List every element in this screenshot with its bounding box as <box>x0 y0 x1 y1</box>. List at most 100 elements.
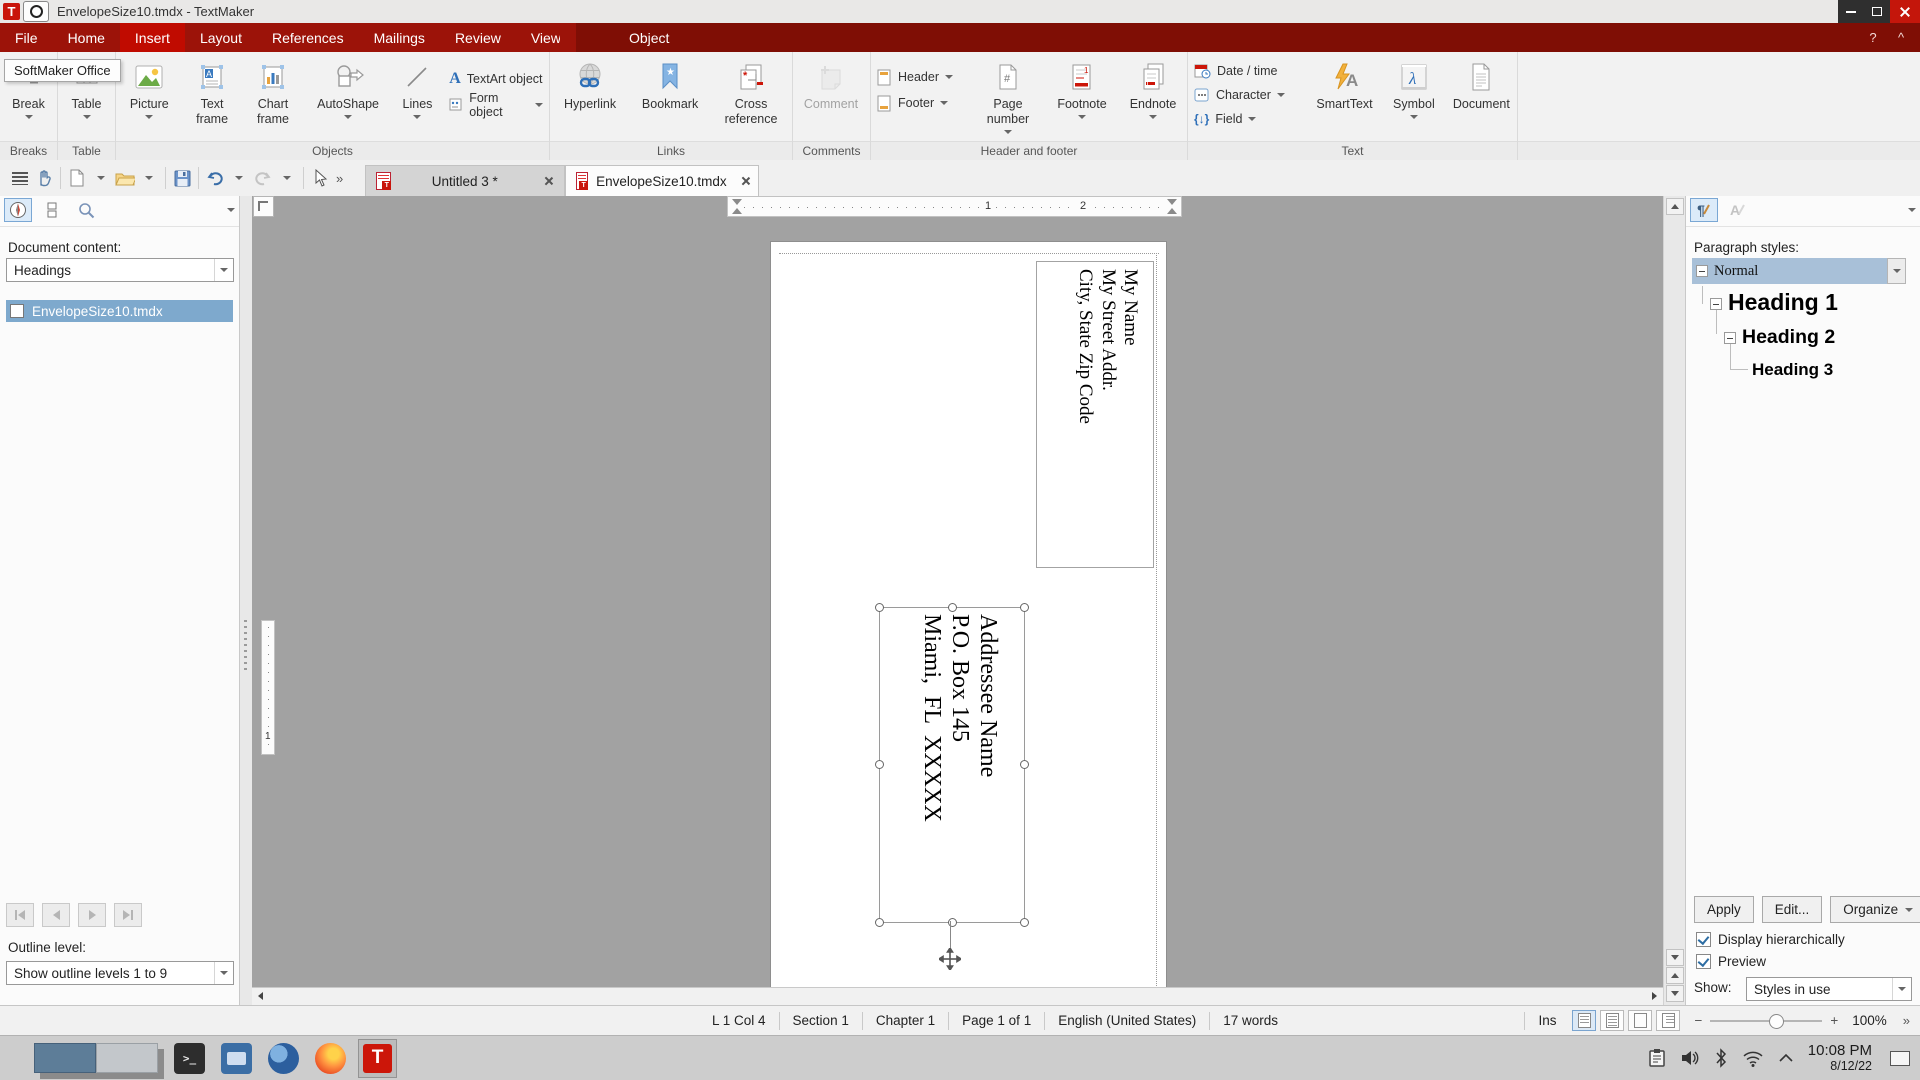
status-word-count[interactable]: 17 words <box>1223 1013 1278 1028</box>
organize-button[interactable]: Organize <box>1830 896 1920 923</box>
status-chapter[interactable]: Chapter 1 <box>876 1013 935 1028</box>
selection-handle[interactable] <box>875 760 884 769</box>
smarttext-button[interactable]: A SmartText <box>1307 58 1382 112</box>
chevron-up-tray-icon[interactable] <box>1778 1053 1794 1063</box>
show-select[interactable]: Styles in use <box>1746 977 1912 1001</box>
scroll-down-icon[interactable] <box>1666 949 1684 966</box>
panel-options-caret[interactable] <box>1908 208 1916 212</box>
left-panel-splitter[interactable] <box>240 196 252 1005</box>
lines-button[interactable]: Lines <box>392 58 443 119</box>
cross-reference-button[interactable]: * Cross reference <box>710 58 792 127</box>
view-outline-icon[interactable] <box>1656 1010 1680 1031</box>
redo-icon[interactable] <box>251 165 275 191</box>
zoom-slider[interactable] <box>1710 1020 1822 1022</box>
open-file-icon[interactable] <box>113 165 137 191</box>
workspace-pager[interactable] <box>34 1043 158 1073</box>
zoom-level[interactable]: 100% <box>1852 1013 1887 1028</box>
close-button[interactable] <box>1890 0 1920 23</box>
right-panel-scroll-strip[interactable] <box>1663 196 1685 1005</box>
selection-handle[interactable] <box>948 603 957 612</box>
style-heading3[interactable]: Heading 3 <box>1752 360 1833 380</box>
edit-button[interactable]: Edit... <box>1762 896 1823 923</box>
apply-button[interactable]: Apply <box>1694 896 1754 923</box>
navigation-compass-icon[interactable] <box>4 198 32 222</box>
clipboard-tray-icon[interactable] <box>1648 1048 1666 1068</box>
view-continuous-icon[interactable] <box>1600 1010 1624 1031</box>
indent-marker-icon[interactable] <box>1167 208 1177 214</box>
close-tab-icon[interactable] <box>544 176 554 186</box>
hyperlink-button[interactable]: Hyperlink <box>550 58 630 112</box>
menu-file[interactable]: File <box>0 23 53 52</box>
toolbar-more-icon[interactable]: » <box>332 171 347 186</box>
outline-level-select[interactable]: Show outline levels 1 to 9 <box>6 961 234 985</box>
checkbox-checked-icon[interactable] <box>1696 932 1711 947</box>
menu-object[interactable]: Object <box>614 23 684 52</box>
footer-button[interactable]: Footer <box>871 92 971 114</box>
previous-heading-button[interactable] <box>42 903 70 927</box>
first-heading-button[interactable] <box>6 903 34 927</box>
date-time-button[interactable]: Date / time <box>1188 60 1307 82</box>
character-styles-icon[interactable]: A <box>1724 198 1752 222</box>
form-object-button[interactable]: Form object <box>443 94 549 116</box>
next-object-icon[interactable] <box>1666 985 1684 1002</box>
browser-app-icon[interactable] <box>268 1043 299 1074</box>
tab-envelopesize10[interactable]: EnvelopeSize10.tmdx <box>565 165 759 196</box>
document-button[interactable]: Document <box>1446 58 1517 112</box>
envelope-page[interactable]: My NameMy Street Addr.City, State Zip Co… <box>770 241 1167 1003</box>
status-more-icon[interactable]: » <box>1899 1013 1914 1028</box>
symbol-button[interactable]: λ Symbol <box>1382 58 1446 119</box>
menu-review[interactable]: Review <box>440 23 516 52</box>
indent-marker-icon[interactable] <box>732 199 742 205</box>
close-tab-icon[interactable] <box>741 176 749 186</box>
menu-references[interactable]: References <box>257 23 359 52</box>
styles-dropdown-icon[interactable] <box>1887 258 1906 284</box>
zoom-out-icon[interactable]: − <box>1694 1013 1702 1028</box>
item-checkbox[interactable] <box>10 304 24 318</box>
sidebar-toggle-icon[interactable] <box>8 165 32 191</box>
ruler-corner-box[interactable] <box>253 196 274 217</box>
save-icon[interactable] <box>170 165 194 191</box>
undo-icon[interactable] <box>203 165 227 191</box>
terminal-app-icon[interactable]: >_ <box>174 1043 205 1074</box>
character-button[interactable]: Character <box>1188 84 1307 106</box>
scroll-left-icon[interactable] <box>252 988 269 1004</box>
open-file-caret[interactable] <box>137 165 161 191</box>
menu-layout[interactable]: Layout <box>185 23 257 52</box>
return-address-frame[interactable]: My NameMy Street Addr.City, State Zip Co… <box>1036 261 1154 568</box>
paragraph-styles-icon[interactable]: ¶ <box>1690 198 1718 222</box>
undo-caret[interactable] <box>227 165 251 191</box>
taskbar-clock[interactable]: 10:08 PM 8/12/22 <box>1808 1042 1872 1074</box>
next-heading-button[interactable] <box>78 903 106 927</box>
volume-tray-icon[interactable] <box>1680 1049 1700 1067</box>
style-normal-selected[interactable]: Normal <box>1692 258 1906 284</box>
style-heading1[interactable]: Heading 1 <box>1728 289 1838 316</box>
status-cursor-position[interactable]: L 1 Col 4 <box>712 1013 766 1028</box>
horizontal-scrollbar[interactable] <box>252 987 1663 1005</box>
content-type-select[interactable]: Headings <box>6 258 234 282</box>
selection-handle[interactable] <box>1020 760 1029 769</box>
horizontal-ruler[interactable]: 1 2 <box>727 196 1182 217</box>
menu-insert[interactable]: Insert <box>120 23 185 52</box>
menu-mailings[interactable]: Mailings <box>359 23 440 52</box>
selection-handle[interactable] <box>1020 918 1029 927</box>
show-desktop-button[interactable] <box>1890 1051 1910 1066</box>
textart-object-button[interactable]: A TextArt object <box>443 68 549 90</box>
wifi-tray-icon[interactable] <box>1742 1050 1764 1067</box>
textmaker-taskbar-active[interactable]: T <box>358 1039 397 1078</box>
indent-marker-icon[interactable] <box>1167 199 1177 205</box>
panel-options-caret[interactable] <box>227 208 235 212</box>
checkbox-checked-icon[interactable] <box>1696 954 1711 969</box>
display-hierarchically-checkbox[interactable]: Display hierarchically <box>1696 932 1845 947</box>
workspace-2[interactable] <box>96 1043 158 1073</box>
search-icon[interactable] <box>72 198 100 222</box>
tree-collapse-icon[interactable] <box>1710 298 1722 310</box>
view-fullscreen-icon[interactable] <box>1628 1010 1652 1031</box>
selection-handle[interactable] <box>1020 603 1029 612</box>
field-button[interactable]: {↓} Field <box>1188 108 1307 130</box>
help-icon[interactable]: ? <box>1862 30 1884 45</box>
status-insert-mode[interactable]: Ins <box>1538 1013 1556 1028</box>
workspace-1-active[interactable] <box>34 1043 96 1073</box>
selection-handle[interactable] <box>875 918 884 927</box>
firefox-app-icon[interactable] <box>315 1043 346 1074</box>
scroll-up-icon[interactable] <box>1666 198 1684 215</box>
